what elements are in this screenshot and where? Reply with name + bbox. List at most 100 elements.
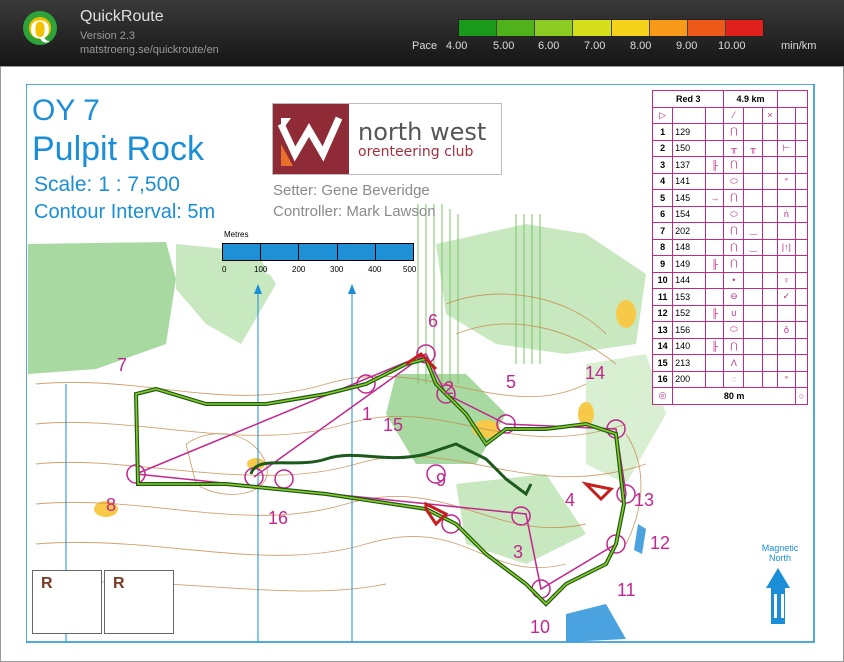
pace-tick: 8.00 <box>630 40 652 52</box>
knoll-icon: ⋂ <box>723 337 745 355</box>
foot-icon: ᐤ <box>776 370 797 388</box>
control-label: 16 <box>268 508 289 528</box>
course-controller: Controller: Mark Lawson <box>273 203 436 220</box>
control-label: 15 <box>383 415 404 435</box>
map-scale: Scale: 1 : 7,500 <box>34 173 180 196</box>
spur-icon: Λ <box>723 354 745 372</box>
pace-unit: min/km <box>781 40 817 52</box>
top-icon: ṅ <box>776 205 797 223</box>
between-icon: ⊢ <box>776 139 797 157</box>
desc-row: 10 144 • ♀ <box>651 271 808 289</box>
desc-finish-row: ◎ 80 m ○ <box>651 387 808 405</box>
club-name: north west <box>358 118 487 146</box>
pace-label: Pace <box>412 40 438 52</box>
foot-icon: ᐤ <box>776 172 797 190</box>
control-label: 3 <box>513 542 524 562</box>
knoll-icon: ⋂ <box>723 222 745 240</box>
cup-icon: ∪ <box>723 304 745 322</box>
event-title: OY 7 <box>32 94 100 127</box>
course-length: 4.9 km <box>723 90 778 108</box>
pace-segment <box>687 20 726 36</box>
course-name: Red 3 <box>651 90 725 108</box>
desc-row: 15 213 Λ <box>651 354 808 372</box>
course-setter: Setter: Gene Beveridge <box>273 182 430 199</box>
finish-icon: ◎ <box>651 387 674 405</box>
desc-row: 13 156 ⬭ ỏ <box>651 321 808 339</box>
pace-segment <box>611 20 650 36</box>
pace-color-scale <box>458 19 764 37</box>
desc-row: 12 152 ╟ ∪ <box>651 304 808 322</box>
desc-row: 16 200 ◌ ᐤ <box>651 370 808 388</box>
open-land <box>616 300 636 328</box>
scalebar-tick: 500 <box>403 265 417 274</box>
control-label: 13 <box>634 490 655 510</box>
scalebar <box>222 243 414 261</box>
desc-row: 4 141 ⬭ ᐤ <box>651 172 808 190</box>
knoll-icon: ⋂ <box>723 156 745 174</box>
start-triangle-icon: ▷ <box>651 106 674 124</box>
pace-segment <box>459 20 498 36</box>
r-box: R <box>104 570 174 634</box>
finish-distance: 80 m <box>672 387 797 405</box>
desc-row: 9 149 ╟ ⋂ <box>651 255 808 273</box>
pace-tick: 7.00 <box>584 40 606 52</box>
dot-icon: • <box>723 271 745 289</box>
desc-row: 6 154 ⬭ ṅ <box>651 205 808 223</box>
club-logo-mark-icon <box>273 104 349 174</box>
scalebar-tick: 400 <box>368 265 382 274</box>
knoll-icon: ⋂ <box>723 255 745 273</box>
knoll-icon: ⋂ <box>723 123 745 141</box>
club-logo: north west orenteering club <box>272 103 502 175</box>
scalebar-tick: 100 <box>254 265 268 274</box>
contour-interval: Contour Interval: 5m <box>34 201 216 223</box>
pit-icon: ⊖ <box>723 288 745 306</box>
pace-tick: 5.00 <box>493 40 515 52</box>
wall-icon: ╥ <box>723 139 745 157</box>
app-url[interactable]: matstroeng.se/quickroute/en <box>80 44 219 56</box>
desc-row: 5 145 → ⋂ <box>651 189 808 207</box>
scalebar-title: Metres <box>224 230 249 239</box>
app-version: Version 2.3 <box>80 30 136 42</box>
pace-tick: 9.00 <box>676 40 698 52</box>
scalebar-tick: 200 <box>292 265 306 274</box>
map-name: Pulpit Rock <box>32 130 204 168</box>
scalebar-tick: 0 <box>222 265 227 274</box>
control-label: 1 <box>362 404 373 424</box>
control-label: 7 <box>117 355 128 375</box>
control-label: 12 <box>650 533 671 553</box>
pace-segment <box>725 20 763 36</box>
depression-icon: ⬭ <box>723 321 745 339</box>
desc-row: 8 148 ⋂ ‿ |↑| <box>651 238 808 256</box>
control-label: 5 <box>506 372 517 392</box>
desc-row: 1 129 ⋂ <box>651 123 808 141</box>
pace-tick: 10.00 <box>718 40 746 52</box>
club-subtitle: orenteering club <box>358 144 474 160</box>
desc-start-row: ▷ ⁄ × <box>651 106 808 124</box>
app-header: Q QuickRoute Version 2.3 matstroeng.se/q… <box>0 0 844 66</box>
control-label: 9 <box>436 470 447 490</box>
scalebar-tick: 300 <box>330 265 344 274</box>
knoll-icon: ⋂ <box>723 189 745 207</box>
foot-icon: ỏ <box>776 321 797 339</box>
control-label: 4 <box>565 490 576 510</box>
knoll-icon: ⋂ <box>723 238 745 256</box>
control-descriptions: Red 3 4.9 km ▷ ⁄ × 1 129 ⋂ 2 150 ╥ ╥ ⊢ 3 137 ╟ ⋂ 41… <box>651 90 809 405</box>
dotted-circle-icon: ◌ <box>723 370 745 388</box>
pace-tick: 6.00 <box>538 40 560 52</box>
control-label: 8 <box>106 495 117 515</box>
pace-segment <box>573 20 612 36</box>
desc-row: 11 153 ⊖ ✓ <box>651 288 808 306</box>
magnetic-north-label: Magnetic North <box>761 543 799 563</box>
depression-icon: ⬭ <box>723 172 745 190</box>
r-box: R <box>32 570 102 634</box>
control-label: 11 <box>617 580 636 600</box>
svg-text:Q: Q <box>30 15 50 44</box>
desc-row: 14 140 ╟ ⋂ <box>651 337 808 355</box>
control-label: 10 <box>530 617 551 637</box>
quickroute-logo-icon: Q <box>23 11 57 45</box>
check-icon: ✓ <box>776 288 797 306</box>
control-label: 2 <box>444 378 455 398</box>
control-label: 6 <box>428 311 439 331</box>
app-title: QuickRoute <box>80 8 164 25</box>
bush-icon: ♀ <box>776 271 797 289</box>
